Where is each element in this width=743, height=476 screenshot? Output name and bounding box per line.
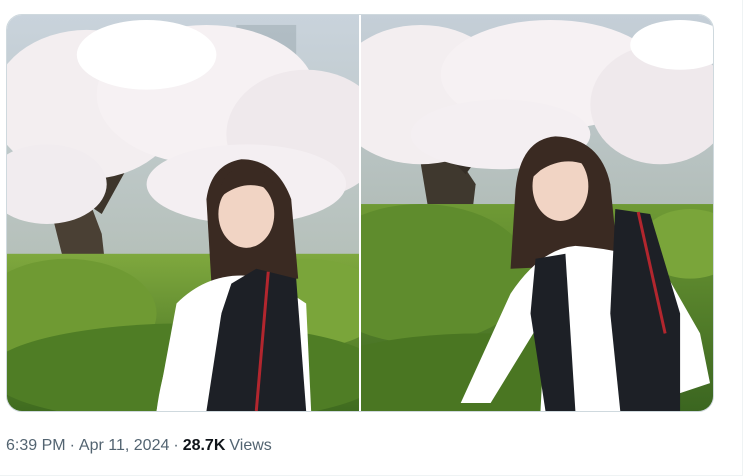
- photo-right[interactable]: [361, 15, 713, 411]
- photo-left[interactable]: [7, 15, 359, 411]
- separator-dot: ·: [69, 437, 75, 454]
- photo-left-image: [7, 15, 359, 411]
- views-label: Views: [229, 437, 272, 454]
- media-grid: [6, 14, 714, 412]
- photo-right-image: [361, 15, 713, 411]
- post-date-link[interactable]: Apr 11, 2024: [79, 436, 169, 456]
- separator-dot: ·: [173, 437, 179, 454]
- views-count[interactable]: 28.7K: [183, 436, 226, 456]
- tweet-meta: 6:39 PM · Apr 11, 2024 · 28.7K Views: [6, 436, 272, 456]
- tweet-detail: 6:39 PM · Apr 11, 2024 · 28.7K Views: [0, 0, 743, 476]
- post-time-link[interactable]: 6:39 PM: [6, 436, 66, 456]
